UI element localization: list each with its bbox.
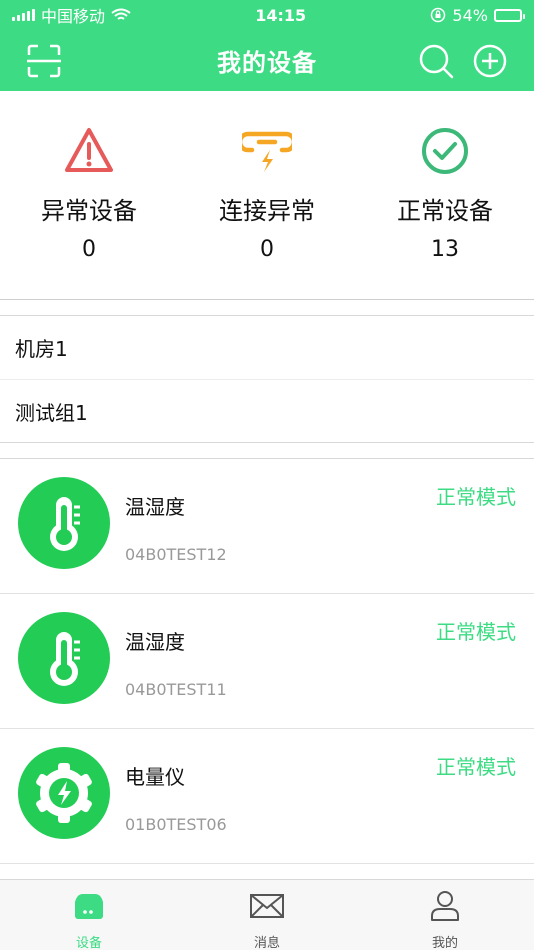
status-bar: 中国移动 14:15 54% — [0, 0, 534, 30]
link-broken-icon — [237, 126, 297, 176]
user-icon — [427, 890, 463, 922]
device-icon — [71, 890, 107, 922]
device-mode: 正常模式 — [436, 620, 516, 644]
search-icon[interactable] — [418, 43, 454, 79]
battery-icon — [493, 8, 525, 22]
group-item[interactable]: 测试组1 — [0, 379, 534, 442]
device-id: 04B0TEST12 — [125, 545, 227, 564]
mail-icon — [249, 890, 285, 922]
summary-abnormal[interactable]: 异常设备 0 — [0, 91, 178, 300]
device-mode: 正常模式 — [436, 485, 516, 509]
summary-label: 正常设备 — [397, 197, 493, 225]
summary-count: 0 — [82, 237, 96, 262]
summary-count: 0 — [260, 237, 274, 262]
status-bar-right: 54% — [430, 5, 525, 25]
orientation-lock-icon — [430, 7, 446, 23]
battery-percent: 54% — [452, 5, 488, 25]
wifi-icon — [111, 8, 131, 22]
carrier-name: 中国移动 — [41, 7, 106, 26]
nav-bar: 我的设备 — [0, 30, 534, 91]
device-summary: 异常设备 0 连接异常 0 正常设备 13 — [0, 91, 534, 300]
tab-profile[interactable]: 我的 — [356, 880, 534, 950]
device-id: 04B0TEST11 — [125, 680, 227, 699]
tab-label: 设备 — [75, 936, 102, 950]
device-row[interactable]: 电量仪 01B0TEST06 正常模式 — [0, 729, 534, 864]
device-name: 温湿度 — [125, 630, 185, 654]
warning-icon — [64, 126, 114, 176]
thermometer-icon — [18, 477, 110, 569]
device-name: 电量仪 — [125, 765, 185, 789]
device-id: 01B0TEST06 — [125, 815, 227, 834]
group-label: 机房1 — [15, 337, 68, 361]
add-icon[interactable] — [472, 43, 508, 79]
check-circle-icon — [420, 126, 470, 176]
device-mode: 正常模式 — [436, 755, 516, 779]
status-time: 14:15 — [255, 5, 307, 25]
tab-label: 我的 — [431, 936, 458, 950]
status-bar-left: 中国移动 — [12, 3, 131, 27]
summary-normal[interactable]: 正常设备 13 — [356, 91, 534, 300]
tab-devices[interactable]: 设备 — [0, 880, 178, 950]
summary-connection-error[interactable]: 连接异常 0 — [178, 91, 356, 300]
power-gear-icon — [18, 747, 110, 839]
thermometer-icon — [18, 612, 110, 704]
device-row[interactable]: 温湿度 04B0TEST12 正常模式 — [0, 459, 534, 594]
device-row[interactable]: 温湿度 04B0TEST11 正常模式 — [0, 594, 534, 729]
device-list: 温湿度 04B0TEST12 正常模式 温湿度 04B0TEST11 正常模式 — [0, 458, 534, 864]
tab-label: 消息 — [253, 936, 280, 950]
tab-bar: 设备 消息 我的 — [0, 879, 534, 950]
group-item[interactable]: 机房1 — [0, 316, 534, 379]
summary-label: 异常设备 — [41, 197, 137, 225]
tab-messages[interactable]: 消息 — [178, 880, 356, 950]
summary-label: 连接异常 — [219, 197, 315, 225]
summary-count: 13 — [431, 237, 459, 262]
group-list: 机房1 测试组1 — [0, 315, 534, 443]
device-name: 温湿度 — [125, 495, 185, 519]
signal-icon — [12, 9, 35, 21]
group-label: 测试组1 — [15, 400, 88, 425]
